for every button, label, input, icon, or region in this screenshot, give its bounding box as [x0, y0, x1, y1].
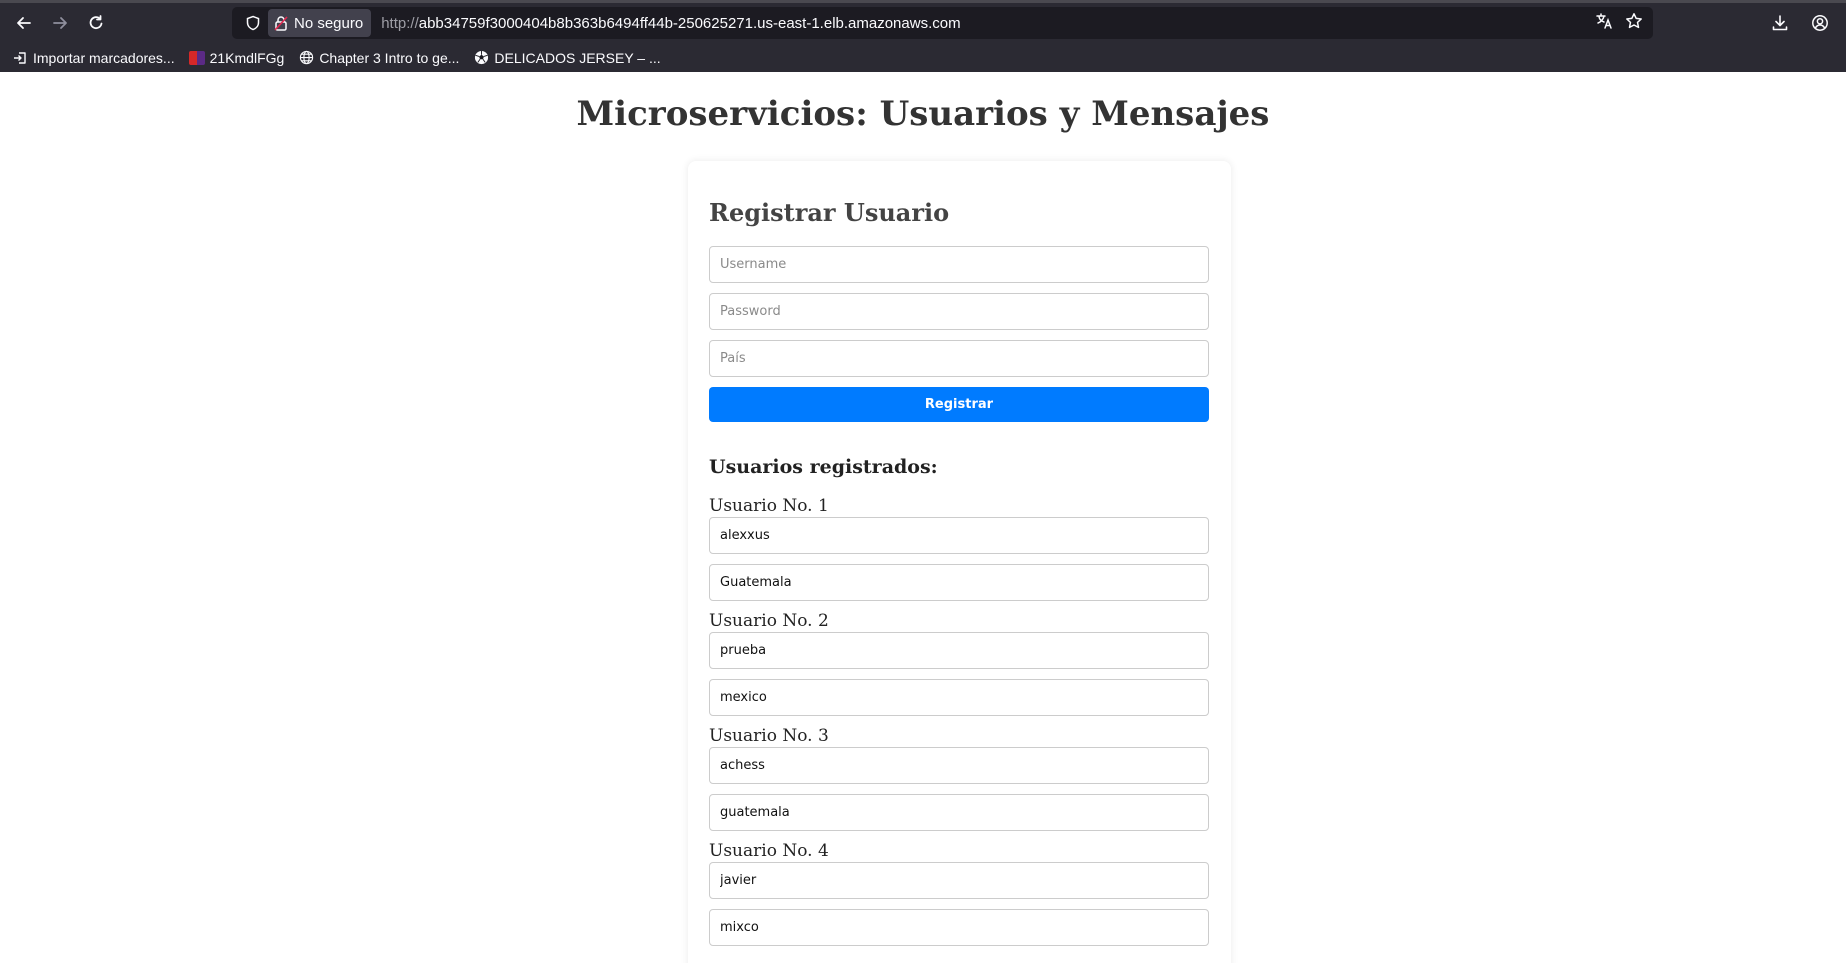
page-title: Microservicios: Usuarios y Mensajes [576, 94, 1270, 134]
bookmark-label: DELICADOS JERSEY – ... [494, 49, 661, 66]
reload-icon [89, 15, 103, 30]
translate-icon [1596, 13, 1612, 29]
toolbar-right [1762, 5, 1838, 41]
security-label: No seguro [294, 14, 364, 32]
list-item: Usuario No. 4 [709, 841, 1210, 946]
bookmark-label: Chapter 3 Intro to ge... [319, 49, 460, 66]
browser-chrome: No seguro http://abb34759f3000404b8b363b… [0, 0, 1846, 72]
translate-button[interactable] [1595, 12, 1613, 34]
forward-button[interactable] [42, 5, 78, 41]
user-label: Usuario No. 3 [709, 726, 829, 746]
user-country-field[interactable] [709, 679, 1209, 716]
register-form: Registrar [709, 246, 1210, 422]
flag-favicon [188, 50, 205, 66]
globe-icon [298, 50, 314, 66]
back-icon [17, 17, 31, 29]
account-icon [1812, 15, 1828, 31]
insecure-lock-icon [274, 16, 288, 31]
user-country-field[interactable] [709, 794, 1209, 831]
web-page: Microservicios: Usuarios y Mensajes Regi… [0, 72, 1846, 963]
user-country-field[interactable] [709, 564, 1209, 601]
user-username-field[interactable] [709, 517, 1209, 554]
import-icon [12, 50, 28, 66]
users-heading: Usuarios registrados: [709, 456, 938, 478]
bookmark-import[interactable]: Importar marcadores... [12, 50, 175, 66]
user-label: Usuario No. 1 [709, 496, 829, 516]
bookmark-star-icon [1626, 13, 1642, 29]
url-host: abb34759f3000404b8b363b6494ff44b-2506252… [418, 14, 961, 32]
list-item: Usuario No. 1 [709, 496, 1210, 601]
account-button[interactable] [1802, 5, 1838, 41]
reload-button[interactable] [78, 5, 114, 41]
url-text[interactable]: http://abb34759f3000404b8b363b6494ff44b-… [381, 15, 960, 32]
download-icon [1772, 15, 1788, 31]
user-username-field[interactable] [709, 747, 1209, 784]
bookmark-delicados-jersey[interactable]: DELICADOS JERSEY – ... [473, 49, 661, 66]
user-label: Usuario No. 4 [709, 841, 829, 861]
list-item: Usuario No. 3 [709, 726, 1210, 831]
users-list: Usuario No. 1 Usuario No. 2 Usuario No. … [709, 496, 1210, 946]
bookmarks-toolbar: Importar marcadores... 21KmdlFGg Chapter… [0, 43, 1846, 72]
shield-icon[interactable] [240, 15, 266, 31]
security-indicator[interactable]: No seguro [268, 9, 372, 37]
forward-icon [53, 17, 67, 29]
bookmark-label: Importar marcadores... [33, 49, 175, 66]
list-item: Usuario No. 2 [709, 611, 1210, 716]
back-button[interactable] [6, 5, 42, 41]
soccer-ball-icon [473, 50, 489, 66]
bookmark-21kmdlfgg[interactable]: 21KmdlFGg [188, 49, 285, 66]
user-country-field[interactable] [709, 909, 1209, 946]
country-input[interactable] [709, 340, 1209, 377]
main-card: Registrar Usuario Registrar Usuarios reg… [688, 161, 1231, 963]
bookmark-star-button[interactable] [1625, 12, 1643, 34]
register-button[interactable]: Registrar [709, 387, 1209, 422]
address-bar-actions [1595, 7, 1643, 39]
bookmark-chapter-3[interactable]: Chapter 3 Intro to ge... [298, 50, 459, 66]
downloads-button[interactable] [1762, 5, 1798, 41]
user-label: Usuario No. 2 [709, 611, 829, 631]
user-username-field[interactable] [709, 862, 1209, 899]
register-heading: Registrar Usuario [709, 198, 950, 227]
password-input[interactable] [709, 293, 1209, 330]
username-input[interactable] [709, 246, 1209, 283]
bookmark-label: 21KmdlFGg [209, 49, 285, 66]
user-username-field[interactable] [709, 632, 1209, 669]
navigation-toolbar: No seguro http://abb34759f3000404b8b363b… [0, 3, 1846, 43]
url-scheme: http:// [381, 14, 419, 32]
address-bar[interactable]: No seguro http://abb34759f3000404b8b363b… [232, 7, 1653, 39]
